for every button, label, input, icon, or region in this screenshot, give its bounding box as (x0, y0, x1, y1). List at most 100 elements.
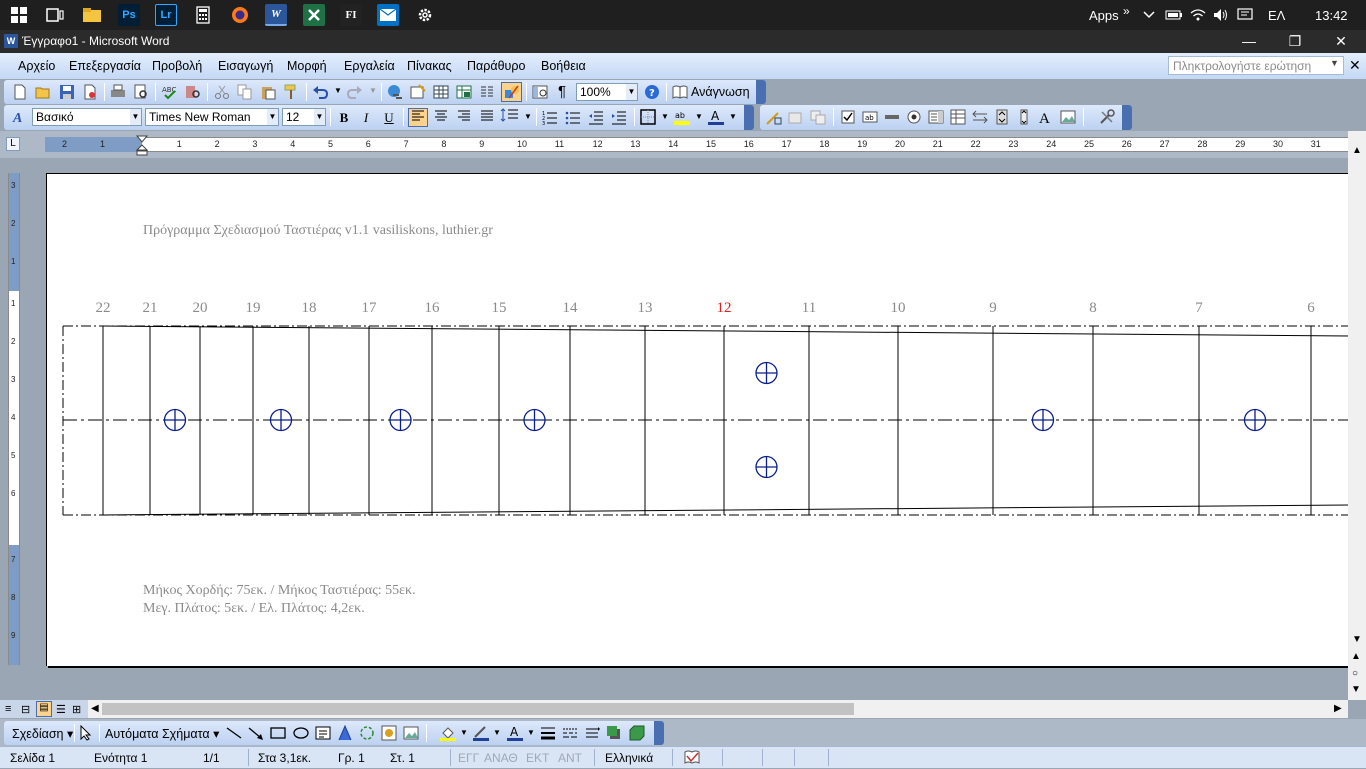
properties-icon[interactable] (1099, 109, 1115, 125)
insert-excel-icon[interactable] (456, 84, 472, 100)
draw-menu-button[interactable]: Σχεδίαση ▾ (12, 726, 73, 741)
font-size-dropdown-icon[interactable]: ▼ (314, 109, 325, 125)
line-spacing-button[interactable] (500, 108, 520, 127)
highlight-dropdown-icon[interactable]: ▼ (695, 112, 703, 121)
toggle-button-icon[interactable] (972, 109, 988, 125)
web-view-icon[interactable]: ⊟ (21, 703, 30, 716)
font-size-combo[interactable]: 12 ▼ (282, 108, 326, 126)
menu-table[interactable]: Πίνακας (407, 59, 452, 73)
toolbar-options-icon[interactable] (744, 105, 754, 130)
align-right-button[interactable] (454, 108, 474, 127)
show-hide-formatting-icon[interactable]: ¶ (558, 83, 566, 100)
ask-question-input[interactable]: Πληκτρολογήστε ερώτηση (1168, 56, 1344, 75)
font-color-icon[interactable]: A (708, 109, 724, 125)
italic-button[interactable]: I (356, 108, 376, 127)
undo-dropdown-icon[interactable]: ▼ (334, 86, 342, 95)
menu-view[interactable]: Προβολή (152, 59, 202, 73)
menu-window[interactable]: Παράθυρο (467, 59, 525, 73)
previous-page-icon[interactable]: ▲ (1351, 651, 1361, 662)
form-edit-icon[interactable] (788, 109, 804, 125)
justify-button[interactable] (477, 108, 497, 127)
photoshop-icon[interactable]: Ps (118, 4, 140, 26)
scroll-up-icon[interactable]: ▲ (1352, 145, 1362, 156)
status-record-macro[interactable]: ΕΓΓ (458, 751, 479, 765)
increase-indent-icon[interactable] (611, 109, 627, 125)
close-button[interactable]: ✕ (1318, 30, 1364, 53)
horizontal-scroll-thumb[interactable] (102, 703, 854, 715)
cut-icon[interactable] (214, 84, 230, 100)
fill-color-dropdown-icon[interactable]: ▼ (460, 728, 468, 737)
outlook-icon[interactable] (377, 4, 399, 26)
undo-icon[interactable] (312, 84, 328, 100)
status-overtype[interactable]: ΑΝΤ (558, 751, 582, 765)
show-hidden-icons-icon[interactable] (1143, 0, 1155, 30)
image-control-icon[interactable] (1060, 109, 1076, 125)
style-dropdown-icon[interactable]: ▼ (130, 109, 141, 125)
file-explorer-icon[interactable] (81, 4, 103, 26)
arrow-style-icon[interactable] (584, 725, 600, 741)
wordart-icon[interactable] (337, 725, 353, 741)
status-extend[interactable]: ΕΚΤ (526, 751, 549, 765)
styles-formatting-icon[interactable]: A (12, 109, 28, 125)
next-page-icon[interactable]: ▼ (1351, 684, 1361, 695)
read-mode-button[interactable]: Ανάγνωση (672, 83, 750, 101)
save-icon[interactable] (59, 84, 75, 100)
arrow-tool-icon[interactable] (248, 725, 264, 741)
menu-insert[interactable]: Εισαγωγή (218, 59, 273, 73)
frame-icon[interactable] (884, 109, 900, 125)
menu-edit[interactable]: Επεξεργασία (69, 59, 141, 73)
form-copy-icon[interactable] (810, 109, 826, 125)
open-folder-icon[interactable] (35, 84, 51, 100)
align-center-button[interactable] (431, 108, 451, 127)
font-color-dropdown-icon[interactable]: ▼ (729, 112, 737, 121)
help-icon[interactable]: ? (644, 84, 660, 100)
menu-tools[interactable]: Εργαλεία (344, 59, 395, 73)
font-color-draw-icon[interactable]: A (507, 725, 523, 741)
close-document-button[interactable]: ✕ (1349, 57, 1361, 74)
menu-format[interactable]: Μορφή (287, 59, 327, 73)
combo-box-icon[interactable] (950, 109, 966, 125)
excel-icon[interactable] (303, 4, 325, 26)
style-combo[interactable]: Βασικό ▼ (32, 108, 142, 126)
redo-icon[interactable] (347, 84, 363, 100)
line-color-dropdown-icon[interactable]: ▼ (493, 728, 501, 737)
indent-marker-icon[interactable] (135, 135, 149, 160)
scroll-left-icon[interactable]: ◀ (91, 703, 99, 714)
print-layout-view-icon[interactable]: ▤ (36, 701, 52, 717)
oval-tool-icon[interactable] (293, 725, 309, 741)
diagram-icon[interactable] (359, 725, 375, 741)
select-objects-icon[interactable] (78, 725, 94, 741)
toolbar-options-icon[interactable] (654, 721, 664, 745)
line-spacing-dropdown-icon[interactable]: ▼ (524, 112, 532, 121)
line-tool-icon[interactable] (226, 725, 242, 741)
redo-dropdown-icon[interactable]: ▼ (369, 86, 377, 95)
font-dropdown-icon[interactable]: ▼ (267, 109, 278, 125)
new-document-icon[interactable] (12, 84, 28, 100)
permission-icon[interactable] (82, 84, 98, 100)
outside-border-icon[interactable] (640, 109, 656, 125)
document-page[interactable]: Πρόγραμμα Σχεδιασμού Ταστιέρας v1.1 vasi… (46, 173, 1349, 666)
tab-selector-icon[interactable]: L (6, 137, 20, 151)
ask-dropdown-icon[interactable]: ▼ (1330, 58, 1339, 68)
apps-toolbar-label[interactable]: Apps (1089, 0, 1119, 30)
insert-table-icon[interactable] (433, 84, 449, 100)
border-dropdown-icon[interactable]: ▼ (661, 112, 669, 121)
normal-view-icon[interactable]: ≡ (5, 703, 11, 715)
word-icon[interactable]: W (265, 4, 287, 26)
research-icon[interactable] (185, 84, 201, 100)
scroll-down-icon[interactable]: ▼ (1352, 634, 1362, 645)
vertical-scrollbar[interactable]: ▲ ▼ ▲ ○ ▼ (1348, 131, 1366, 700)
highlight-icon[interactable]: ab (674, 109, 690, 125)
text-field-icon[interactable]: ab (862, 109, 878, 125)
bullets-icon[interactable] (565, 109, 581, 125)
scroll-right-icon[interactable]: ▶ (1334, 703, 1342, 714)
menu-help[interactable]: Βοήθεια (541, 59, 586, 73)
list-box-icon[interactable] (928, 109, 944, 125)
bold-button[interactable]: B (334, 108, 354, 127)
word-document-icon[interactable]: W (4, 34, 18, 48)
minimize-button[interactable]: — (1226, 30, 1272, 53)
option-button-icon[interactable] (906, 109, 922, 125)
text-box-icon[interactable] (315, 725, 331, 741)
windows-start-icon[interactable] (8, 4, 30, 26)
spelling-icon[interactable]: ABC (162, 84, 178, 100)
